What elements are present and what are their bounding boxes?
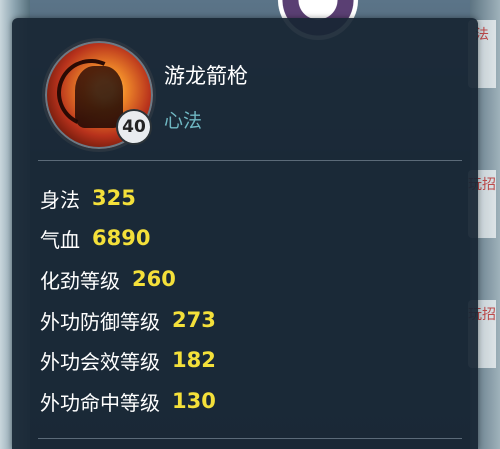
stat-value: 6890 [92,226,151,250]
stat-row: 外功防御等级 273 [40,304,216,336]
divider-bottom [38,438,462,439]
stat-label: 化劲等级 [40,268,120,293]
stat-value: 130 [172,389,216,413]
stat-row: 化劲等级 260 [40,263,176,295]
stat-value: 325 [92,186,136,210]
stat-label: 身法 [40,187,80,212]
stat-value: 260 [132,267,176,291]
stat-row: 气血 6890 [40,222,150,254]
stat-row: 身法 325 [40,182,136,214]
skill-category: 心法 [164,110,203,132]
divider-top [38,160,462,161]
stat-row: 外功命中等级 130 [40,385,216,417]
stat-label: 外功命中等级 [40,390,160,415]
stat-label: 气血 [40,227,80,252]
stat-row: 外功会效等级 182 [40,344,216,376]
skill-level-badge: 40 [116,109,152,145]
skill-name: 游龙箭枪 [164,64,248,88]
archer-figure-icon [75,66,123,128]
stat-label: 外功防御等级 [40,309,160,334]
stat-value: 273 [172,308,216,332]
stat-value: 182 [172,348,216,372]
skill-tooltip-panel: 40 游龙箭枪 心法 身法 325 气血 6890 化劲等级 260 外功防御等… [12,18,478,449]
stat-label: 外功会效等级 [40,349,160,374]
